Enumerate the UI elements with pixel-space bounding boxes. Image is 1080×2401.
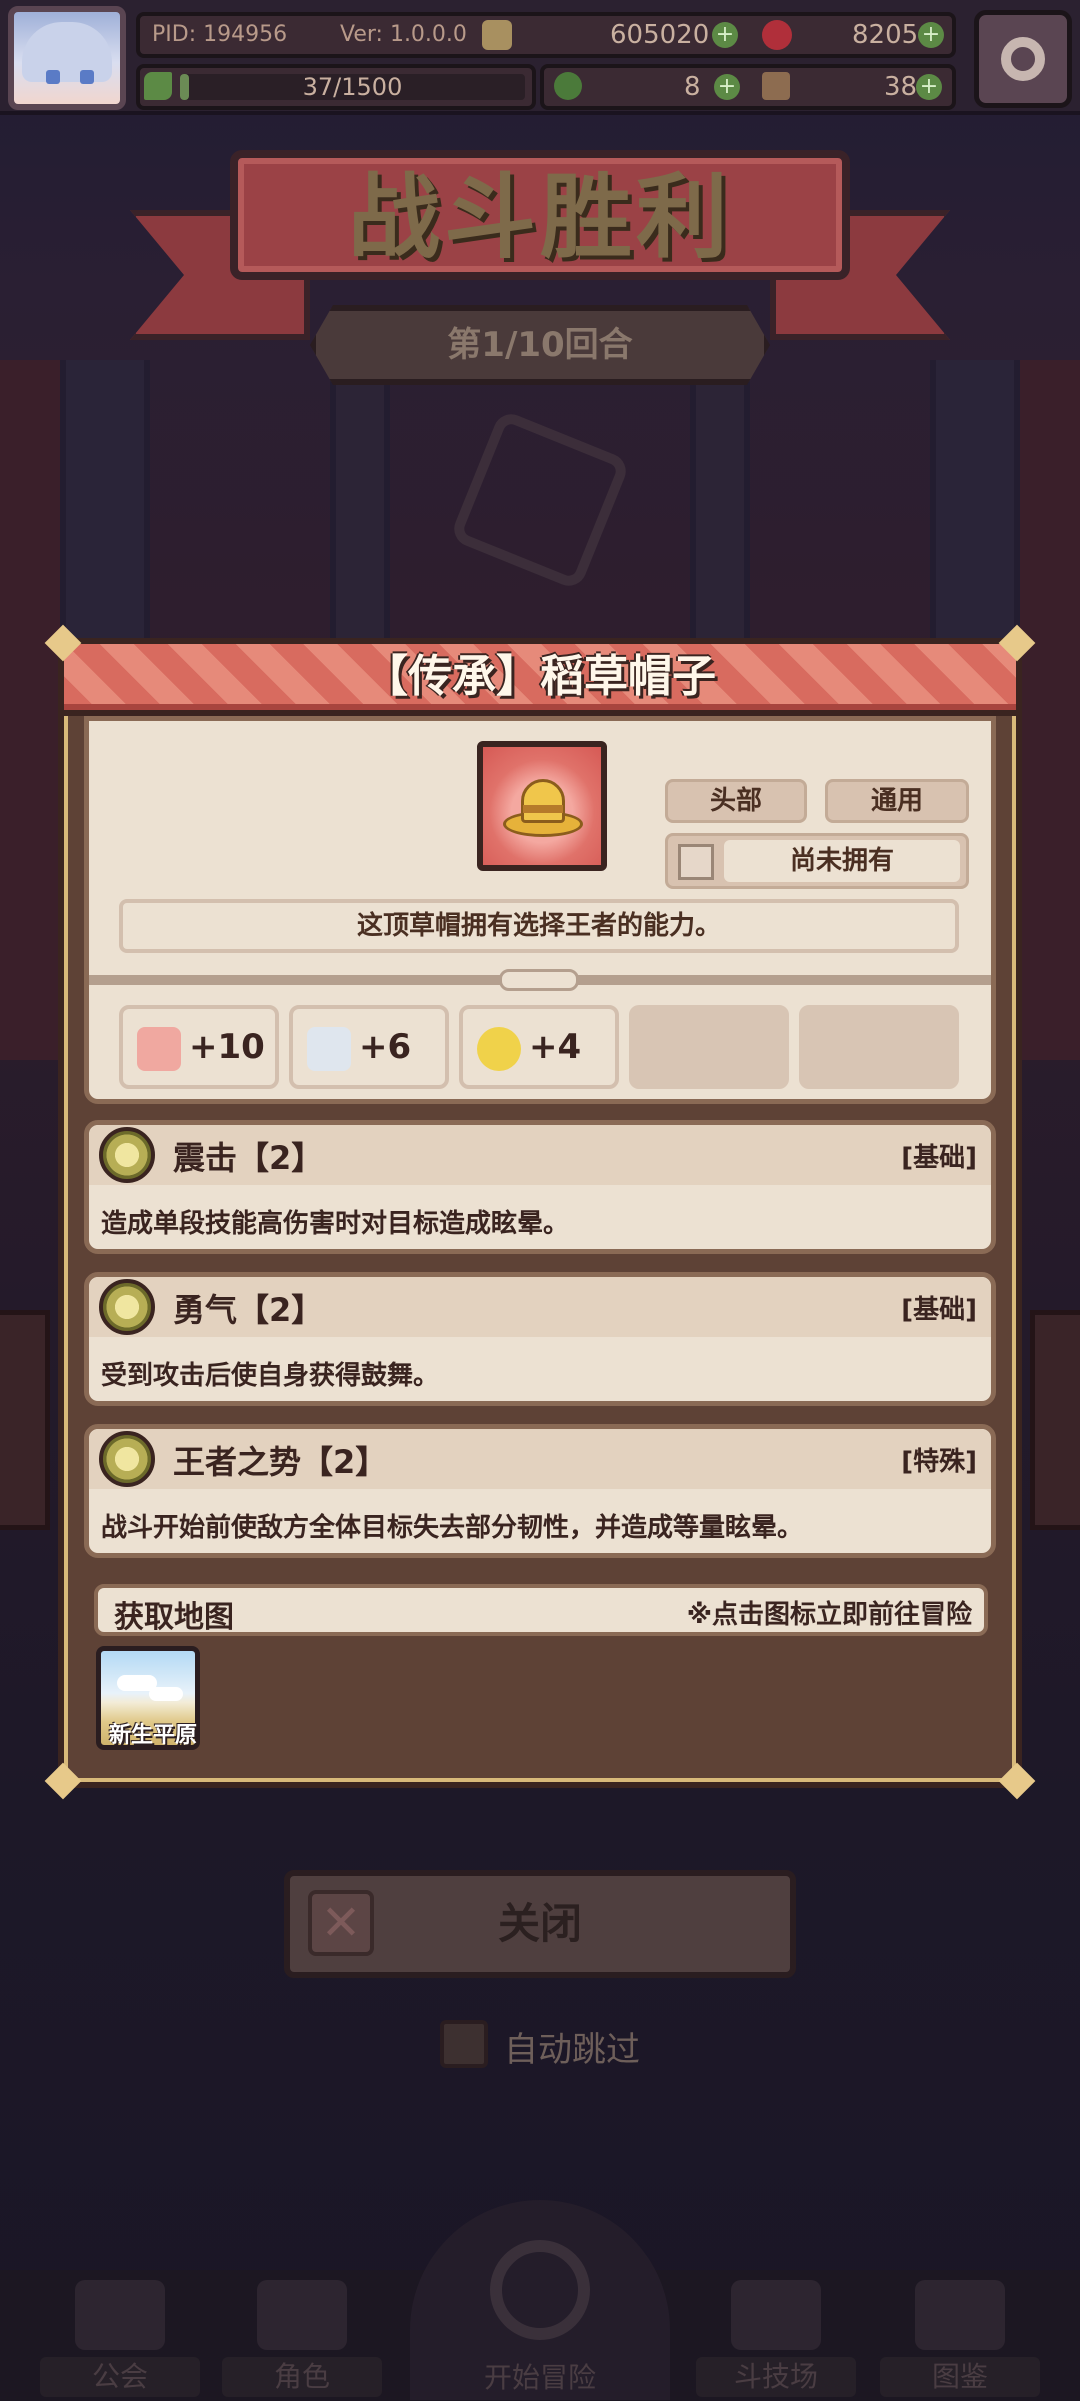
leaf-icon — [144, 72, 172, 100]
nav-arena[interactable]: 斗技场 — [686, 2270, 866, 2401]
skill-tag: [特殊] — [901, 1447, 977, 1477]
skill-card: 震击【2】 [基础] 造成单段技能高伤害时对目标造成眩晕。 — [84, 1120, 996, 1254]
map-tile-newborn-plains[interactable]: 新生平原 — [96, 1646, 200, 1750]
experience-bar: 37/1500 — [136, 64, 536, 110]
stat-value: +4 — [529, 1027, 582, 1067]
nav-codex-label: 图鉴 — [880, 2357, 1040, 2397]
stat-slot: +10 — [119, 1005, 279, 1089]
fist-icon — [137, 1027, 181, 1071]
equip-type-tag: 通用 — [825, 779, 969, 823]
divider-ornament — [499, 969, 579, 991]
add-clover-button[interactable]: + — [714, 74, 740, 100]
skill-tag: [基础] — [901, 1143, 977, 1173]
skill-name: 震击【2】 — [173, 1139, 324, 1177]
equip-slot-tag: 头部 — [665, 779, 807, 823]
victory-banner: 战斗胜利 — [230, 150, 850, 280]
skill-tag: [基础] — [901, 1295, 977, 1325]
item-title: 【传承】稻草帽子 — [364, 651, 716, 702]
nav-codex[interactable]: 图鉴 — [870, 2270, 1050, 2401]
skill-name: 王者之势【2】 — [173, 1443, 388, 1481]
shield-icon — [307, 1027, 351, 1071]
book-icon — [915, 2280, 1005, 2350]
gold-coin-icon — [482, 20, 512, 50]
stone-amount: 38 — [884, 72, 918, 102]
stat-slot-empty — [629, 1005, 789, 1089]
skill-name: 勇气【2】 — [173, 1291, 324, 1329]
resource-bar: 8 + 38 + — [540, 64, 956, 110]
player-avatar[interactable] — [8, 6, 126, 110]
skill-description: 战斗开始前使敌方全体目标失去部分韧性，并造成等量眩晕。 — [101, 1513, 804, 1543]
auto-skip-checkbox[interactable] — [440, 2020, 488, 2068]
item-description: 这顶草帽拥有选择王者的能力。 — [119, 899, 959, 953]
auto-skip-label: 自动跳过 — [504, 2030, 640, 2070]
acquire-map-title: 获取地图 — [114, 1600, 234, 1635]
nav-adventure-label: 开始冒险 — [483, 2361, 596, 2394]
add-stone-button[interactable]: + — [916, 74, 942, 100]
stat-value: +10 — [189, 1027, 265, 1067]
clover-amount: 8 — [684, 72, 701, 102]
guild-icon — [75, 2280, 165, 2350]
nav-arena-label: 斗技场 — [696, 2357, 856, 2397]
skill-card: 勇气【2】 [基础] 受到攻击后使自身获得鼓舞。 — [84, 1272, 996, 1406]
acquire-map-header: 获取地图 ※点击图标立即前往冒险 — [94, 1584, 988, 1636]
emblem-ornament — [448, 408, 632, 592]
stat-value: +6 — [359, 1027, 412, 1067]
skill-icon — [99, 1279, 155, 1335]
side-frame-right — [1030, 1310, 1080, 1530]
skill-icon — [99, 1127, 155, 1183]
pillar — [330, 380, 390, 660]
round-text: 第1/10回合 — [447, 325, 633, 365]
straw-hat-icon — [477, 741, 607, 871]
acquire-map-hint: ※点击图标立即前往冒险 — [686, 1600, 972, 1630]
round-indicator: 第1/10回合 — [310, 305, 770, 385]
skill-icon — [99, 1431, 155, 1487]
add-gem-button[interactable]: + — [918, 22, 944, 48]
nav-character[interactable]: 角色 — [212, 2270, 392, 2401]
pillar — [690, 380, 750, 660]
stat-slot-empty — [799, 1005, 959, 1089]
cloud-icon — [149, 1687, 183, 1701]
gear-icon — [1001, 37, 1045, 81]
ownership-status: 尚未拥有 — [665, 833, 969, 889]
item-info-card: 头部 通用 尚未拥有 这顶草帽拥有选择王者的能力。 +10 +6 +4 — [84, 716, 996, 1104]
player-id: PID: 194956 — [152, 22, 288, 47]
stone-icon — [762, 72, 790, 100]
skill-description: 受到攻击后使自身获得鼓舞。 — [101, 1361, 440, 1391]
nav-guild-label: 公会 — [40, 2357, 200, 2397]
add-gold-button[interactable]: + — [712, 22, 738, 48]
stat-slot: +6 — [289, 1005, 449, 1089]
gold-amount: 605020 — [610, 20, 710, 50]
magnifier-icon — [490, 2240, 590, 2340]
side-frame-left — [0, 1310, 50, 1530]
character-icon — [257, 2280, 347, 2350]
experience-text: 37/1500 — [302, 73, 403, 101]
player-info-bar: PID: 194956 Ver: 1.0.0.0 605020 + 8205 + — [136, 12, 956, 58]
close-button[interactable]: ✕ 关闭 — [284, 1870, 796, 1978]
close-label: 关闭 — [497, 1899, 582, 1948]
gem-icon — [762, 20, 792, 50]
gem-amount: 8205 — [852, 20, 919, 50]
status-bar: PID: 194956 Ver: 1.0.0.0 605020 + 8205 +… — [0, 0, 1080, 115]
ownership-label: 尚未拥有 — [724, 840, 960, 882]
clock-icon — [477, 1027, 521, 1071]
version-label: Ver: 1.0.0.0 — [340, 22, 467, 47]
settings-button[interactable] — [974, 10, 1072, 108]
inventory-icon — [678, 844, 714, 880]
skill-card: 王者之势【2】 [特殊] 战斗开始前使敌方全体目标失去部分韧性，并造成等量眩晕。 — [84, 1424, 996, 1558]
nav-character-label: 角色 — [222, 2357, 382, 2397]
skill-description: 造成单段技能高伤害时对目标造成眩晕。 — [101, 1209, 570, 1239]
stat-slot: +4 — [459, 1005, 619, 1089]
swords-icon — [731, 2280, 821, 2350]
nav-guild[interactable]: 公会 — [30, 2270, 210, 2401]
victory-title: 战斗胜利 — [347, 164, 732, 271]
clover-icon — [554, 72, 582, 100]
map-name: 新生平原 — [108, 1723, 197, 1748]
